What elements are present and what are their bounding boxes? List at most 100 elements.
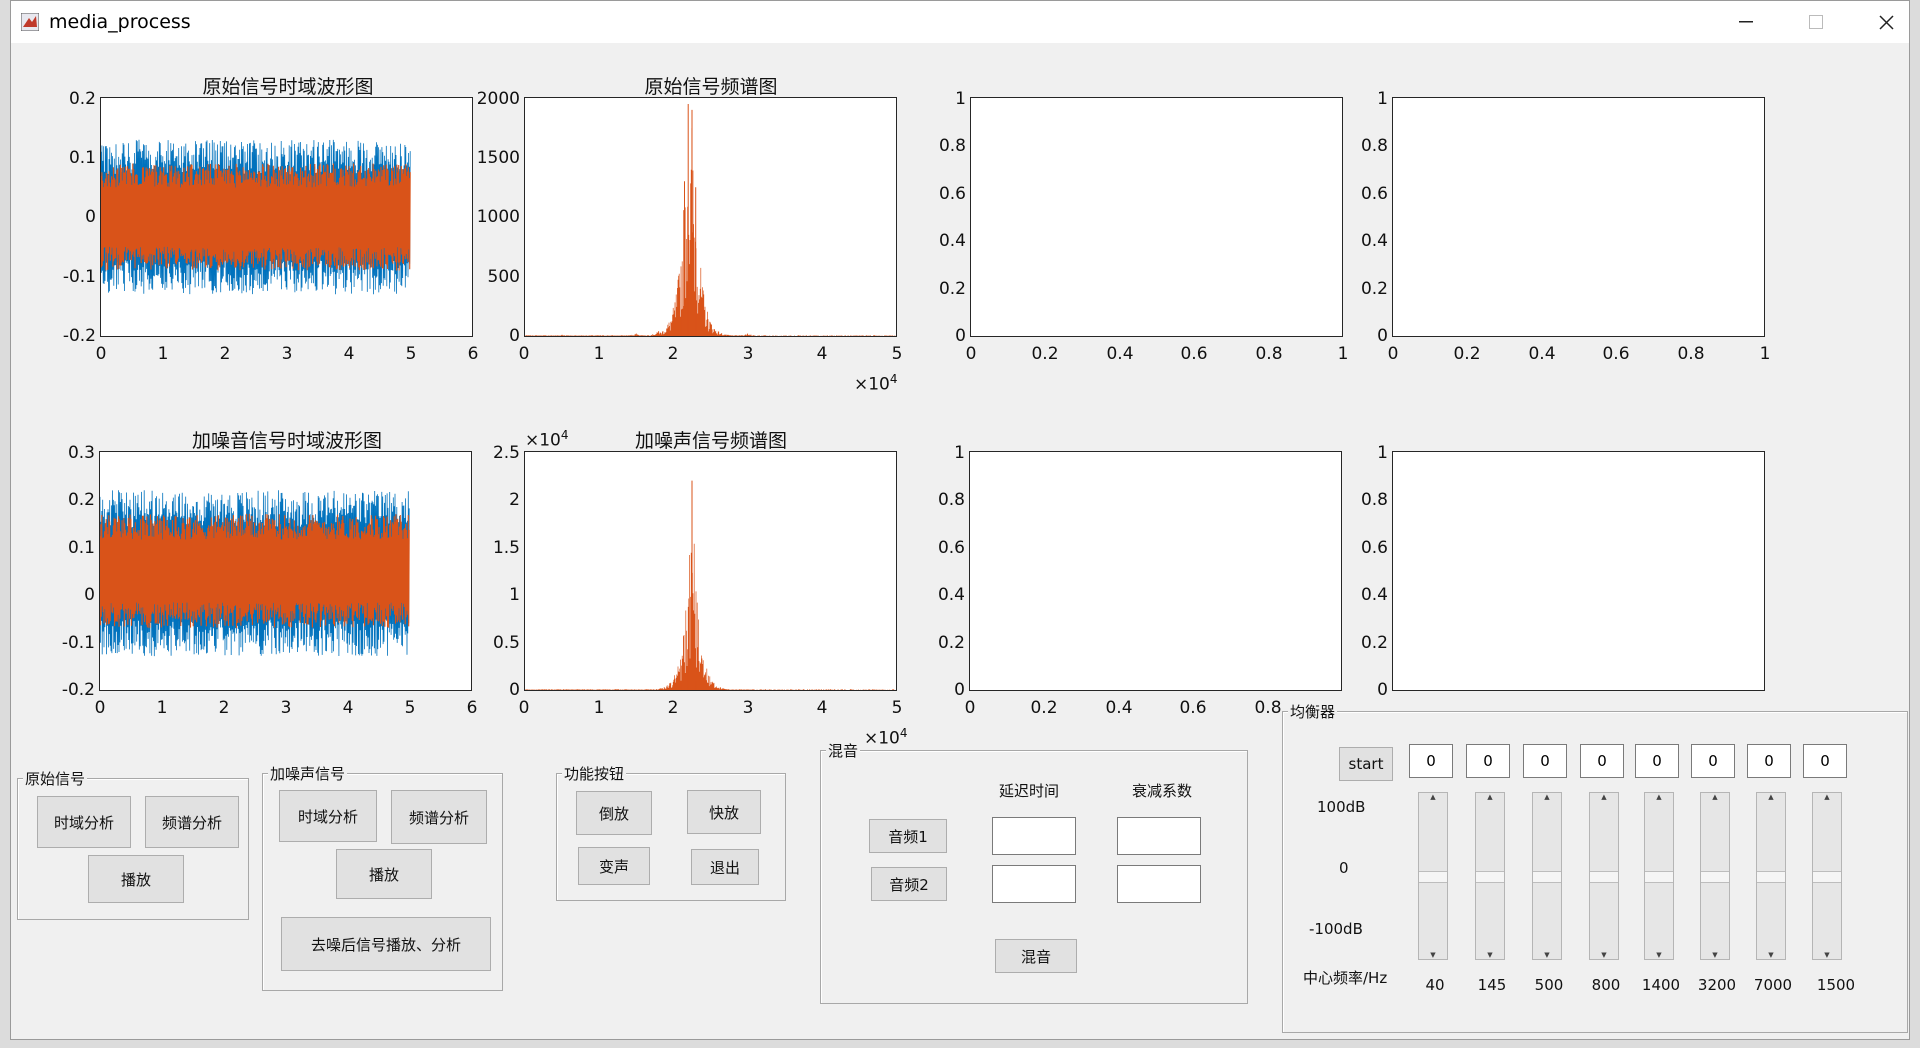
slider-up-arrow-icon[interactable]: ▲ [1533, 793, 1561, 801]
chart5-noisy-time [99, 451, 472, 691]
close-button[interactable] [1851, 1, 1920, 43]
c2-xtick: 5 [891, 344, 903, 364]
chart3-empty-axes [970, 97, 1343, 337]
slider-up-arrow-icon[interactable]: ▲ [1757, 793, 1785, 801]
noisy-time-analysis-button[interactable]: 时域分析 [279, 790, 377, 842]
eq-band-slider[interactable]: ▲ ▼ [1418, 792, 1448, 960]
slider-thumb[interactable] [1645, 871, 1673, 883]
c5-xtick: 0 [94, 698, 106, 718]
eq-band-value[interactable]: 0 [1580, 744, 1624, 778]
c1-ytick: -0.1 [62, 267, 96, 287]
slider-up-arrow-icon[interactable]: ▲ [1590, 793, 1618, 801]
audio2-button[interactable]: 音频2 [871, 867, 947, 901]
eq-band-slider[interactable]: ▲ ▼ [1756, 792, 1786, 960]
c4-xtick: 0.4 [1528, 344, 1556, 364]
audio1-attenuation-input[interactable] [1117, 817, 1201, 855]
c6-xtick: 5 [891, 698, 903, 718]
audio1-button[interactable]: 音频1 [869, 819, 947, 853]
voice-change-button[interactable]: 变声 [578, 847, 650, 885]
c5-ytick: 0.3 [67, 443, 95, 463]
c7-xtick: 0.6 [1179, 698, 1207, 718]
c1-xtick: 6 [467, 344, 479, 364]
eq-band-value[interactable]: 0 [1409, 744, 1453, 778]
mix-button[interactable]: 混音 [995, 939, 1077, 973]
audio2-delay-input[interactable] [992, 865, 1076, 903]
c3-ytick: 0 [955, 326, 966, 346]
slider-up-arrow-icon[interactable]: ▲ [1419, 793, 1447, 801]
c2-x-exponent: ×104 [854, 372, 898, 395]
slider-thumb[interactable] [1476, 871, 1504, 883]
c6-xtick: 4 [816, 698, 828, 718]
chart6-noisy-spectrum [524, 451, 897, 691]
eq-band-slider[interactable]: ▲ ▼ [1812, 792, 1842, 960]
c3-xtick: 0.6 [1180, 344, 1208, 364]
close-icon [1878, 14, 1894, 30]
slider-up-arrow-icon[interactable]: ▲ [1701, 793, 1729, 801]
denoise-play-analyze-button[interactable]: 去噪后信号播放、分析 [281, 917, 491, 971]
audio1-delay-input[interactable] [992, 817, 1076, 855]
original-play-button[interactable]: 播放 [88, 855, 184, 903]
title-bar: media_process [11, 1, 1909, 43]
eq-band-slider[interactable]: ▲ ▼ [1532, 792, 1562, 960]
eq-band-freq: 1400 [1641, 976, 1681, 994]
noisy-play-button[interactable]: 播放 [336, 849, 432, 899]
eq-band-slider[interactable]: ▲ ▼ [1475, 792, 1505, 960]
panel-title: 功能按钮 [562, 763, 627, 784]
plot-area [525, 104, 896, 336]
eq-band-value[interactable]: 0 [1466, 744, 1510, 778]
slider-thumb[interactable] [1813, 871, 1841, 883]
chart2-original-spectrum [524, 97, 897, 337]
eq-start-button[interactable]: start [1339, 747, 1393, 781]
eq-band-value[interactable]: 0 [1635, 744, 1679, 778]
slider-down-arrow-icon[interactable]: ▼ [1476, 951, 1504, 959]
c1-xtick: 2 [219, 344, 231, 364]
slider-down-arrow-icon[interactable]: ▼ [1533, 951, 1561, 959]
c6-x-exponent: ×104 [864, 726, 908, 749]
c3-xtick: 0.4 [1106, 344, 1134, 364]
eq-band-value[interactable]: 0 [1523, 744, 1567, 778]
c5-ytick: -0.2 [61, 680, 95, 700]
c8-ytick: 0.8 [1360, 490, 1388, 510]
eq-band-slider[interactable]: ▲ ▼ [1644, 792, 1674, 960]
slider-down-arrow-icon[interactable]: ▼ [1813, 951, 1841, 959]
c6-xtick: 2 [667, 698, 679, 718]
slider-thumb[interactable] [1701, 871, 1729, 883]
slider-thumb[interactable] [1590, 871, 1618, 883]
c2-ytick: 500 [487, 267, 520, 287]
eq-band-value[interactable]: 0 [1691, 744, 1735, 778]
noisy-spectrum-analysis-button[interactable]: 频谱分析 [391, 790, 487, 844]
c2-ytick: 1500 [476, 148, 520, 168]
c6-ytick: 1 [509, 585, 520, 605]
chart1-original-time [100, 97, 473, 337]
slider-down-arrow-icon[interactable]: ▼ [1590, 951, 1618, 959]
original-time-analysis-button[interactable]: 时域分析 [37, 796, 131, 848]
slider-up-arrow-icon[interactable]: ▲ [1476, 793, 1504, 801]
slider-up-arrow-icon[interactable]: ▲ [1813, 793, 1841, 801]
slider-thumb[interactable] [1419, 871, 1447, 883]
eq-band-value[interactable]: 0 [1747, 744, 1791, 778]
slider-down-arrow-icon[interactable]: ▼ [1645, 951, 1673, 959]
eq-band-slider[interactable]: ▲ ▼ [1700, 792, 1730, 960]
eq-band-slider[interactable]: ▲ ▼ [1589, 792, 1619, 960]
exit-button[interactable]: 退出 [691, 849, 759, 885]
maximize-button[interactable] [1781, 1, 1851, 43]
fast-play-button[interactable]: 快放 [687, 790, 761, 834]
minimize-button[interactable] [1711, 1, 1781, 43]
c1-xtick: 0 [95, 344, 107, 364]
c2-xtick: 4 [816, 344, 828, 364]
eq-band-value[interactable]: 0 [1803, 744, 1847, 778]
chart2-title: 原始信号频谱图 [644, 76, 778, 98]
original-spectrum-analysis-button[interactable]: 频谱分析 [145, 796, 239, 848]
eq-bottom-label: -100dB [1309, 920, 1363, 938]
slider-up-arrow-icon[interactable]: ▲ [1645, 793, 1673, 801]
slider-down-arrow-icon[interactable]: ▼ [1419, 951, 1447, 959]
c4-ytick: 0.4 [1360, 231, 1388, 251]
slider-down-arrow-icon[interactable]: ▼ [1701, 951, 1729, 959]
matlab-icon [21, 13, 39, 31]
slider-thumb[interactable] [1533, 871, 1561, 883]
slider-down-arrow-icon[interactable]: ▼ [1757, 951, 1785, 959]
audio2-attenuation-input[interactable] [1117, 865, 1201, 903]
c2-xtick: 2 [667, 344, 679, 364]
reverse-play-button[interactable]: 倒放 [576, 791, 652, 835]
slider-thumb[interactable] [1757, 871, 1785, 883]
